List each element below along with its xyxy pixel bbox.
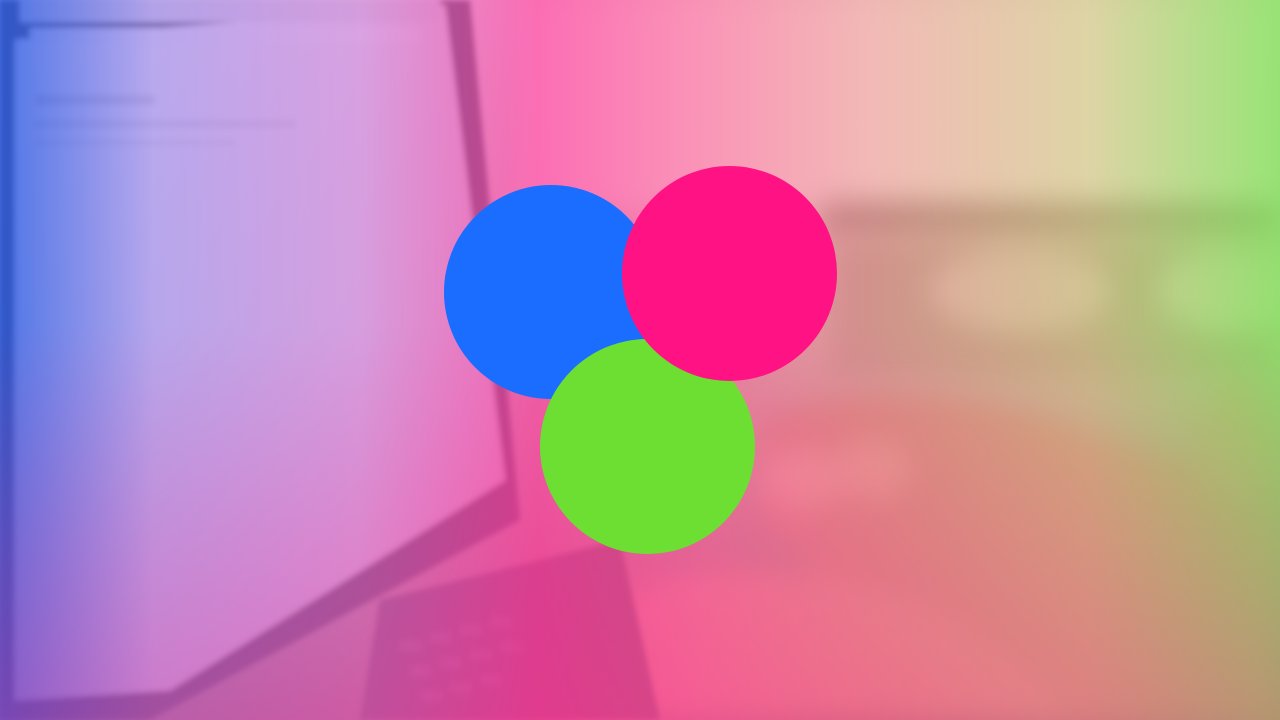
logo	[0, 0, 1280, 720]
hero-scene	[0, 0, 1280, 720]
logo-circle-pink	[622, 166, 837, 381]
